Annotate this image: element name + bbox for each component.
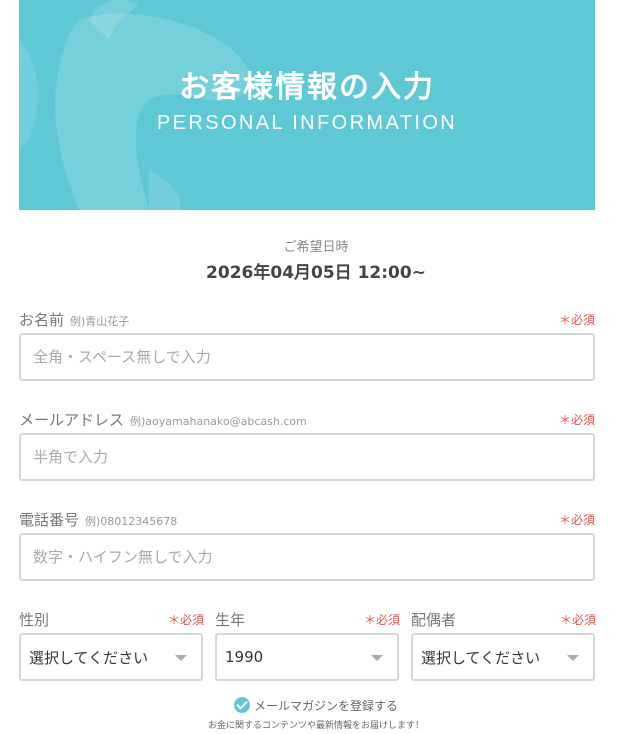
- gender-select-value: 選択してください: [29, 648, 149, 667]
- birth-year-select[interactable]: 1990: [215, 633, 399, 681]
- gender-select[interactable]: 選択してください: [19, 633, 203, 681]
- name-label-text: お名前: [19, 311, 65, 329]
- check-circle-icon[interactable]: [233, 697, 250, 713]
- date-label: ご希望日時: [283, 240, 349, 255]
- name-example: 例)青山花子: [70, 315, 130, 328]
- phone-required-badge: ＊必須: [558, 513, 595, 527]
- page-subtitle: PERSONAL INFORMATION: [156, 112, 458, 134]
- newsletter-label: メールマガジンを登録する: [253, 699, 398, 713]
- phone-label: 電話番号 例)08012345678: [19, 509, 177, 530]
- email-label-text: メールアドレス: [19, 411, 125, 429]
- newsletter-note: お金に関するコンテンツや最新情報をお届けします！: [207, 721, 424, 731]
- spouse-required-badge: ＊必須: [560, 613, 597, 627]
- birth-year-required-badge: ＊必須: [364, 613, 401, 627]
- chevron-down-icon: [175, 655, 187, 661]
- chevron-down-icon: [371, 655, 383, 661]
- spouse-label: 配偶者: [411, 611, 457, 629]
- gender-label: 性別: [19, 611, 50, 629]
- email-label: メールアドレス 例)aoyamahanako@abcash.com: [19, 409, 307, 430]
- newsletter-checkbox[interactable]: メールマガジンを登録する: [0, 697, 632, 714]
- name-input[interactable]: [19, 333, 595, 381]
- birth-year-select-value: 1990: [225, 648, 264, 666]
- chevron-down-icon: [567, 655, 579, 661]
- name-required-badge: ＊必須: [558, 313, 595, 327]
- page-title: お客様情報の入力: [179, 70, 435, 105]
- spouse-select[interactable]: 選択してください: [411, 633, 595, 681]
- phone-example: 例)08012345678: [85, 515, 178, 528]
- hero-banner: お客様情報の入力 PERSONAL INFORMATION: [19, 0, 595, 210]
- phone-input[interactable]: [19, 533, 595, 581]
- email-input[interactable]: [19, 433, 595, 481]
- gender-required-badge: ＊必須: [168, 613, 205, 627]
- birth-year-label: 生年: [215, 611, 246, 629]
- phone-label-text: 電話番号: [19, 511, 80, 529]
- email-example: 例)aoyamahanako@abcash.com: [130, 415, 307, 428]
- email-required-badge: ＊必須: [558, 413, 595, 427]
- name-label: お名前 例)青山花子: [19, 309, 129, 330]
- date-value: 2026年04月05日 12:00~: [206, 263, 426, 283]
- spouse-select-value: 選択してください: [421, 648, 541, 667]
